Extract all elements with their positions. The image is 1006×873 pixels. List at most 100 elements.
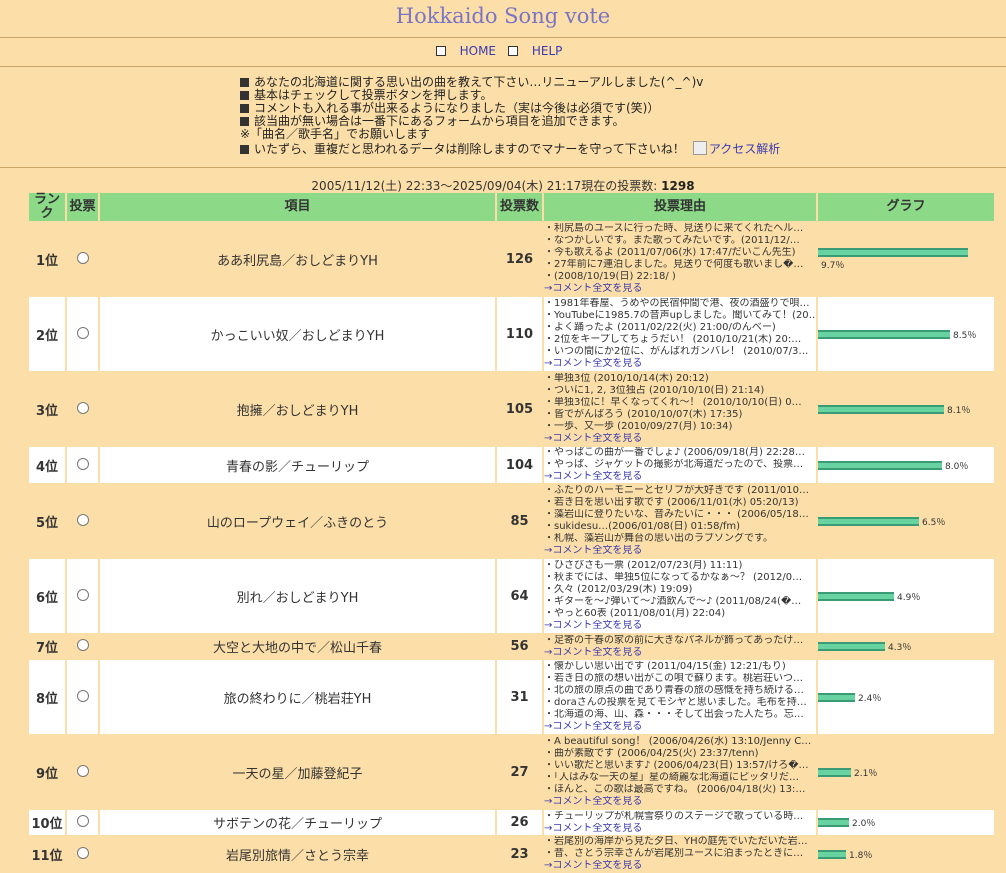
comment-line: ・単独3位に！早くなってくれ～！ (2010/10/10(日) 0… bbox=[544, 397, 802, 408]
vote-cell bbox=[67, 372, 98, 446]
access-analysis-link[interactable]: アクセス解析 bbox=[709, 142, 780, 156]
comment-line: ・チューリップが札幌雪祭りのステージで歌っている時… bbox=[544, 810, 804, 822]
divider bbox=[0, 66, 1006, 67]
vote-bar bbox=[818, 818, 849, 827]
more-comments-link[interactable]: →コメント全文を見る bbox=[544, 721, 642, 732]
comment-line: ・利尻島のユースに行った時、見送りに来てくれたヘル… bbox=[544, 223, 804, 234]
help-link-label[interactable]: HELP bbox=[532, 44, 563, 58]
vote-radio[interactable] bbox=[76, 689, 89, 702]
help-link[interactable]: HELP bbox=[507, 44, 571, 58]
notice-item: ※「曲名／歌手名」でお願いします bbox=[240, 127, 431, 141]
vote-cell bbox=[67, 810, 98, 835]
vote-percent: 1.8％ bbox=[849, 850, 873, 861]
bullet-icon bbox=[240, 78, 249, 87]
more-comments-link[interactable]: →コメント全文を見る bbox=[544, 283, 642, 294]
graph-cell: 2.4％ bbox=[818, 660, 994, 734]
count-cell: 110 bbox=[497, 297, 542, 371]
comment-line: ・doraさんの投票を見てモシヤと思いました。毛布を持… bbox=[544, 697, 807, 708]
graph-cell: 8.5％ bbox=[818, 297, 994, 371]
table-header: ランク 投票 項目 投票数 投票理由 グラフ bbox=[29, 193, 994, 221]
graph-cell: 6.5％ bbox=[818, 484, 994, 558]
vote-percent: 2.1％ bbox=[854, 768, 878, 779]
comment-line: ・若き日を思い出す歌です (2006/11/01(水) 05:20/13) bbox=[544, 497, 799, 508]
graph-cell: 9.7％ bbox=[818, 222, 994, 296]
count-cell: 85 bbox=[497, 484, 542, 558]
vote-bar bbox=[818, 404, 944, 414]
vote-percent: 8.5％ bbox=[953, 330, 977, 341]
vote-radio[interactable] bbox=[76, 326, 89, 339]
table-row: 6位 別れ／おしどまりYH 64 ・ひさびさも一票 (2012/07/23(月) 11… bbox=[29, 559, 994, 633]
table-row: 1位 ああ利尻島／おしどまりYH 126 ・利尻島のユースに行った時、見送りに来てくれ… bbox=[29, 222, 994, 296]
vote-radio[interactable] bbox=[76, 457, 89, 470]
col-rank: ランク bbox=[29, 193, 65, 221]
rank-cell: 10位 bbox=[29, 810, 65, 835]
more-comments-link[interactable]: →コメント全文を見る bbox=[544, 823, 642, 834]
table-row: 3位 抱擁／おしどまりYH 105 ・単独3位 (2010/10/14(木) 20:1… bbox=[29, 372, 994, 446]
comment-line: ・北海道の海、山、森・・・そして出会った人たち。忘… bbox=[544, 709, 804, 720]
vote-bar bbox=[818, 460, 942, 470]
vote-radio[interactable] bbox=[76, 639, 89, 651]
comment-line: ・若き日の旅の想い出がこの唄で蘇ります。桃岩荘いつ… bbox=[544, 673, 803, 684]
vote-bar bbox=[818, 767, 851, 777]
top-nav: HOME HELP bbox=[0, 44, 1006, 58]
rank-cell: 6位 bbox=[29, 559, 65, 633]
table-row: 8位 旅の終わりに／桃岩荘YH 31 ・懐かしい思い出です (2011/04/15(金… bbox=[29, 660, 994, 734]
vote-radio[interactable] bbox=[76, 513, 89, 526]
count-cell: 23 bbox=[497, 836, 542, 872]
vote-percent: 2.0％ bbox=[852, 819, 876, 829]
comment-line: ・「人はみな一天の星」星の綺麗な北海道にピッタリだ… bbox=[544, 772, 799, 783]
col-count: 投票数 bbox=[497, 193, 542, 221]
more-comments-link[interactable]: →コメント全文を見る bbox=[544, 796, 642, 807]
more-comments-link[interactable]: →コメント全文を見る bbox=[544, 647, 642, 658]
comment-line: ・今も歌えるよ (2011/07/06(水) 17:47/だいこん先生) bbox=[544, 247, 796, 258]
vote-cell bbox=[67, 222, 98, 296]
comment-line: ・2位をキープしてちょうだい！ (2010/10/21(木) 20:… bbox=[544, 334, 802, 345]
reason-cell: ・ひさびさも一票 (2012/07/23(月) 11:11) ・秋までには、単独5… bbox=[544, 559, 816, 633]
item-cell: 大空と大地の中で／松山千春 bbox=[100, 634, 495, 659]
ranking-table: ランク 投票 項目 投票数 投票理由 グラフ 1位 ああ利尻島／おしどまりYH 12… bbox=[27, 192, 996, 873]
rank-cell: 2位 bbox=[29, 297, 65, 371]
more-comments-link[interactable]: →コメント全文を見る bbox=[544, 433, 642, 444]
more-comments-link[interactable]: →コメント全文を見る bbox=[544, 545, 642, 556]
comment-line: ・北の旅の原点の曲であり青春の旅の感慨を持ち続ける… bbox=[544, 685, 804, 696]
table-row: 5位 山のロープウェイ／ふきのとう 85 ・ふたりのハーモニーとセリフが大好きです (… bbox=[29, 484, 994, 558]
home-link[interactable]: HOME bbox=[435, 44, 504, 58]
vote-radio[interactable] bbox=[76, 401, 89, 414]
graph-cell: 1.8％ bbox=[818, 836, 994, 872]
reason-cell: ・単独3位 (2010/10/14(木) 20:12) ・ついに1, 2, 3位独… bbox=[544, 372, 816, 446]
more-comments-link[interactable]: →コメント全文を見る bbox=[544, 358, 642, 369]
comment-line: ・よく踊ったよ (2011/02/22(火) 21:00/のんべー) bbox=[544, 322, 776, 333]
comment-line: ・岩尾別の海岸から見た夕日、YHの庭先でいただいた岩… bbox=[544, 836, 808, 847]
graph-cell: 2.1％ bbox=[818, 735, 994, 809]
more-comments-link[interactable]: →コメント全文を見る bbox=[544, 620, 642, 631]
comment-line: ・単独3位 (2010/10/14(木) 20:12) bbox=[544, 373, 709, 384]
rank-cell: 4位 bbox=[29, 447, 65, 483]
square-icon bbox=[507, 46, 518, 56]
more-comments-link[interactable]: →コメント全文を見る bbox=[544, 471, 642, 482]
vote-radio[interactable] bbox=[76, 764, 89, 777]
home-link-label[interactable]: HOME bbox=[460, 44, 496, 58]
reason-cell: ・ふたりのハーモニーとセリフが大好きです (2011/010… ・若き日を思い出す… bbox=[544, 484, 816, 558]
square-icon bbox=[435, 46, 446, 56]
vote-bar bbox=[818, 247, 968, 257]
item-cell: ああ利尻島／おしどまりYH bbox=[100, 222, 495, 296]
count-cell: 27 bbox=[497, 735, 542, 809]
vote-cell bbox=[67, 559, 98, 633]
vote-radio[interactable] bbox=[76, 815, 89, 827]
comment-line: ・ギターを～♪弾いて～♪酒飲んで～♪ (2011/08/24(�… bbox=[544, 596, 802, 607]
vote-cell bbox=[67, 836, 98, 872]
vote-radio[interactable] bbox=[76, 251, 89, 264]
vote-radio[interactable] bbox=[76, 588, 89, 601]
vote-radio[interactable] bbox=[76, 846, 89, 859]
bullet-icon bbox=[240, 104, 249, 113]
comment-line: ・やっぱ、ジャケットの撮影が北海道だったので、投票… bbox=[544, 459, 804, 470]
comment-line: ・やっぱこの曲が一番でしょ♪ (2006/09/18(月) 22:28… bbox=[544, 447, 805, 458]
count-cell: 126 bbox=[497, 222, 542, 296]
comment-line: ・いい歌だと思います♪ (2006/04/23(日) 13:57/けろ�… bbox=[544, 760, 809, 771]
reason-cell: ・足寄の千春の家の前に大きなパネルが飾ってあったけ… →コメント全文を見る bbox=[544, 634, 816, 659]
reason-cell: ・A beautiful song！ (2006/04/26(水) 13:10/… bbox=[544, 735, 816, 809]
comment-line: ・1981年春屋、うめやの民宿仲間で港、夜の酒盛りで唄… bbox=[544, 298, 810, 309]
vote-percent: 6.5％ bbox=[922, 517, 946, 528]
vote-bar bbox=[818, 692, 855, 702]
comment-line: ・なつかしいです。また歌ってみたいです。(2011/12/… bbox=[544, 235, 800, 246]
